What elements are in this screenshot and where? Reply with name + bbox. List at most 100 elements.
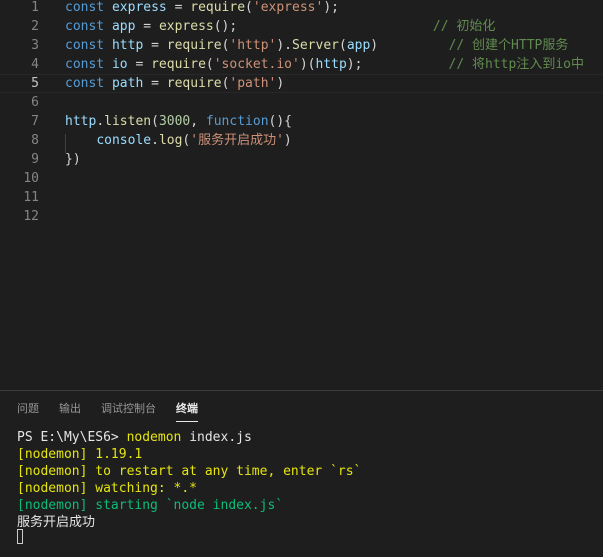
code-text: http.listen(3000, function(){ [65,112,292,131]
code-token: express [158,19,214,34]
code-token: http [111,38,144,53]
code-token: = [143,76,167,91]
code-token: ( [338,38,347,53]
code-token: }) [65,152,81,167]
code-token: ( [151,114,159,129]
code-token: require [151,57,206,72]
code-token: express [111,0,167,15]
code-token: , [190,114,206,129]
code-token: const [65,38,112,53]
code-text: const app = express(); // 初始化 [65,17,495,36]
code-token: Server [292,38,339,53]
code-token: log [158,133,183,148]
terminal-text: 服务开启成功 [17,515,96,530]
terminal-text: index.js [181,430,252,445]
code-token: ( [205,57,214,72]
code-token: ); [323,0,339,15]
tab-problems[interactable]: 问题 [17,401,39,417]
line-number: 4 [31,57,39,72]
code-token: const [65,0,112,15]
line-number: 7 [31,114,39,129]
code-line[interactable]: 5 const path = require('path') [0,74,603,93]
terminal-text: nodemon [126,430,182,445]
code-line[interactable]: 3 const http = require('http').Server(app… [0,36,603,55]
code-token: . [96,114,105,129]
code-token: const [65,19,112,34]
line-number: 10 [23,171,39,186]
code-text: }) [65,150,81,169]
terminal-line: PS E:\My\ES6> nodemon index.js [17,429,252,446]
code-token: path [111,76,144,91]
line-number: 1 [31,0,39,15]
terminal-text: [nodemon] starting `node index.js` [17,498,284,513]
code-line[interactable]: 11 [0,188,603,207]
code-line[interactable]: 9}) [0,150,603,169]
code-token: // 创建个HTTP服务 [448,38,569,53]
terminal-text: [nodemon] to restart at any time, enter … [17,464,362,479]
code-line[interactable]: 7 http.listen(3000, function(){ [0,112,603,131]
code-token: ); [346,57,363,72]
code-token: (){ [268,114,293,129]
code-text: const http = require('http').Server(app)… [65,36,568,55]
code-token: // 初始化 [432,19,496,34]
code-token: ). [276,38,293,53]
line-number: 2 [31,19,39,34]
code-token: = [135,19,159,34]
code-token: http [65,114,97,129]
code-token: = [166,0,191,15]
code-token: app [346,38,371,53]
tab-debug-console[interactable]: 调试控制台 [101,401,156,417]
code-line[interactable]: 10 [0,169,603,188]
code-token: require [166,38,222,53]
indent-guide [65,134,66,153]
line-number: 12 [23,209,39,224]
code-line[interactable]: 1 const express = require('express'); [0,0,603,17]
code-token: require [190,0,246,15]
line-number: 8 [31,133,39,148]
code-line[interactable]: 6 [0,93,603,112]
code-token: io [111,57,128,72]
code-line[interactable]: 2 const app = express(); // 初始化 [0,17,603,36]
line-number: 3 [31,38,39,53]
terminal-text: PS E:\My\ES6> [17,430,127,445]
code-token: '服务开启成功' [190,133,284,148]
terminal-text: [nodemon] watching: *.* [17,481,198,496]
line-number: 6 [31,95,39,110]
terminal-line: [nodemon] watching: *.* [17,480,197,497]
code-token: http [315,57,347,72]
code-token: ( [245,0,253,15]
code-token: ) [370,38,379,53]
code-text: const path = require('path') [65,74,284,93]
tab-terminal[interactable]: 终端 [176,401,198,422]
terminal-line: [nodemon] starting `node index.js` [17,497,283,514]
code-token: (); [213,19,238,34]
panel-tabs: 问题 输出 调试控制台 终端 [0,391,603,427]
terminal-cursor [17,529,23,544]
code-token: = [143,38,167,53]
code-line[interactable]: 8 console.log('服务开启成功') [0,131,603,150]
code-line[interactable]: 12 [0,207,603,226]
code-token: 'http' [229,38,277,53]
code-token: )( [299,57,316,72]
code-token: = [127,57,152,72]
bottom-panel: 问题 输出 调试控制台 终端 PS E:\My\ES6> nodemon ind… [0,391,603,557]
code-token: console [96,133,152,148]
tab-output[interactable]: 输出 [59,401,81,417]
code-token: . [151,133,159,148]
code-token: app [111,19,136,34]
line-number: 9 [31,152,39,167]
line-number: 11 [23,190,39,205]
code-token: ) [283,133,292,148]
code-text: const io = require('socket.io')(http); /… [65,55,584,74]
terminal-line: [nodemon] 1.19.1 [17,446,142,463]
code-editor[interactable]: 1 const express = require('express'); 2 con… [0,0,603,390]
code-token: const [65,76,112,91]
code-token: const [65,57,112,72]
code-token: 'socket.io' [213,57,300,72]
code-text: console.log('服务开启成功') [65,131,292,150]
code-line[interactable]: 4 const io = require('socket.io')(http); … [0,55,603,74]
